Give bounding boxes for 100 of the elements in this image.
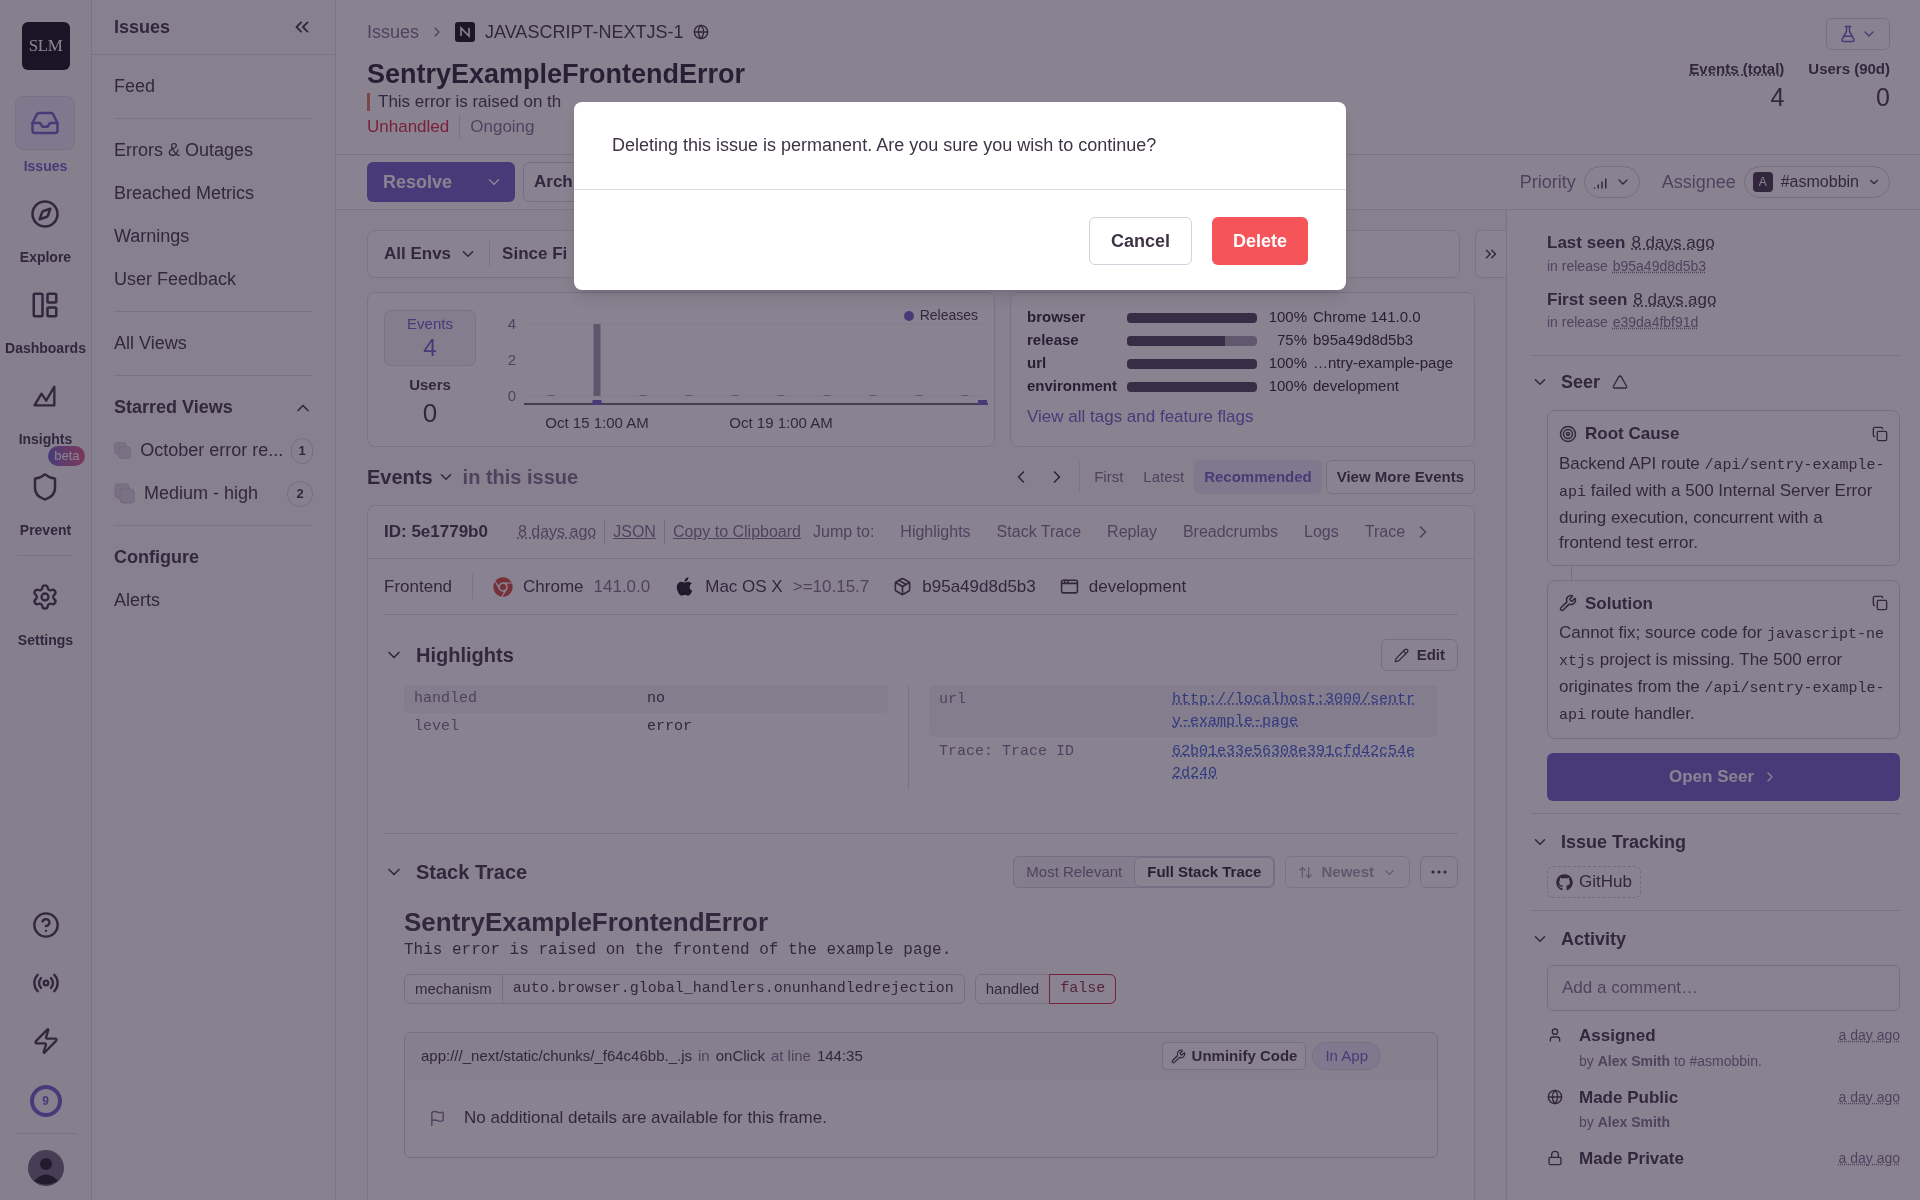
view-tab[interactable]: Most Relevant — [1014, 857, 1135, 887]
frame-word: at line — [770, 1045, 811, 1066]
sidebar-title: Issues — [114, 15, 171, 39]
project-icon — [455, 22, 476, 42]
sidebar-item[interactable]: All Views — [114, 322, 313, 365]
section-header[interactable]: Starred Views — [114, 386, 313, 429]
highlight-key: handled — [414, 687, 647, 711]
highlight-key: level — [414, 715, 647, 739]
globe-icon — [693, 24, 710, 40]
status-tag: Unhandled — [367, 114, 450, 140]
jump-link[interactable]: Logs — [1304, 520, 1339, 544]
release-link[interactable]: b95a49d8d5b3 — [1612, 255, 1707, 277]
jump-link[interactable]: Replay — [1107, 520, 1157, 544]
nav-item[interactable]: Explore — [15, 187, 76, 268]
events-dropdown[interactable]: Events — [367, 462, 455, 492]
settings-icon — [31, 583, 60, 611]
stat-label: Events (total) — [1689, 59, 1785, 79]
jump-link[interactable]: Highlights — [900, 520, 971, 544]
filter-dropdown[interactable]: All Envs — [384, 241, 490, 267]
release-prefix: in release — [1547, 313, 1608, 332]
in-app-badge: In App — [1312, 1042, 1381, 1070]
event-nav-tab[interactable]: Latest — [1133, 460, 1195, 494]
tag-value: false — [1049, 974, 1117, 1004]
event-nav-tab[interactable]: First — [1084, 460, 1134, 494]
tags-link[interactable]: View all tags and feature flags — [1027, 404, 1458, 430]
highlight-key: Trace: Trace ID — [939, 741, 1172, 785]
nav-item[interactable]: Dashboards — [5, 278, 86, 359]
event-link[interactable]: Copy to Clipboard — [663, 520, 809, 544]
card-title: Root Cause — [1585, 423, 1680, 445]
tag-value: auto.browser.global_handlers.onunhandledrejection — [511, 978, 955, 999]
context-version: 141.0.0 — [593, 575, 651, 598]
stat-label: Users (90d) — [1808, 59, 1890, 79]
event-age: 8 days ago — [517, 522, 598, 542]
delete-button[interactable]: Delete — [1211, 217, 1308, 265]
view-tab[interactable]: Full Stack Trace — [1134, 857, 1275, 887]
jump-link[interactable]: Trace — [1364, 520, 1406, 544]
sidebar-item[interactable]: Errors & Outages — [114, 129, 313, 172]
sidebar-item[interactable]: Breached Metrics — [114, 172, 313, 215]
activity-title: Assigned — [1579, 1025, 1656, 1047]
cancel-button[interactable]: Cancel — [1088, 217, 1192, 265]
seen-label: First seen — [1547, 288, 1628, 311]
comment-field[interactable]: Add a comment… — [1547, 965, 1900, 1011]
chart-bar — [593, 324, 601, 396]
jump-link[interactable]: Stack Trace — [996, 520, 1082, 544]
sidebar-item[interactable]: Medium - high — [144, 480, 279, 507]
release-link[interactable]: e39da4fbf91d — [1612, 312, 1699, 333]
section-toggle[interactable]: Stack Trace — [384, 857, 528, 887]
section-toggle[interactable]: Activity — [1531, 919, 1627, 959]
exception-message: This error is raised on the frontend of the example page. — [404, 940, 953, 961]
seen-label: Last seen — [1547, 232, 1626, 254]
sidebar-item[interactable]: User Feedback — [114, 258, 313, 301]
copy-icon[interactable] — [1872, 595, 1888, 612]
events-stat[interactable]: Events 4 — [384, 310, 476, 366]
edit-button[interactable]: Edit — [1380, 639, 1458, 671]
resolve-button[interactable]: Resolve — [367, 162, 515, 202]
priority-label: Priority — [1519, 170, 1576, 194]
triangle-icon — [1612, 374, 1629, 390]
event-nav-tab[interactable]: Recommended — [1194, 460, 1322, 494]
integration-button[interactable]: GitHub — [1547, 866, 1641, 898]
section-toggle[interactable]: Seer — [1531, 362, 1629, 402]
frame-word: in — [698, 1045, 710, 1066]
help-icon[interactable] — [31, 911, 60, 939]
usage-ring[interactable]: 9 — [29, 1085, 62, 1117]
seen-age: 8 days ago — [1631, 232, 1715, 254]
axis-label: 4 — [507, 315, 516, 332]
target-icon — [1559, 424, 1577, 443]
feature-dropdown[interactable] — [1826, 18, 1890, 50]
expand-panel-button[interactable] — [1475, 230, 1506, 278]
highlight-link[interactable]: 62b01e33e56308e391cfd42c54e2d240 — [1172, 741, 1422, 785]
axis-label: Oct 19 1:00 AM — [729, 414, 833, 430]
context-version: >=10.15.7 — [792, 575, 870, 598]
sidebar-item[interactable]: Warnings — [114, 215, 313, 258]
breadcrumb-link[interactable]: Issues — [367, 18, 420, 46]
activity-time: a day ago — [1838, 1149, 1900, 1169]
lock-icon — [1547, 1150, 1563, 1166]
unminify-button[interactable]: Unminify Code — [1161, 1042, 1307, 1070]
release-prefix: in release — [1547, 256, 1608, 276]
breadcrumb-project: JAVASCRIPT-NEXTJS-1 — [485, 20, 684, 44]
jump-link[interactable]: Breadcrumbs — [1182, 520, 1279, 544]
more-icon — [1431, 870, 1447, 874]
section-toggle[interactable]: Issue Tracking — [1531, 822, 1687, 862]
sidebar-item[interactable]: Alerts — [114, 579, 313, 622]
open-seer-button[interactable]: Open Seer — [1547, 753, 1900, 801]
view-more-button[interactable]: View More Events — [1325, 460, 1475, 494]
lightning-icon[interactable] — [31, 1027, 60, 1055]
event-link[interactable]: JSON — [604, 520, 664, 544]
section-toggle[interactable]: Highlights — [384, 640, 514, 670]
sidebar-item[interactable]: Feed — [114, 65, 313, 108]
sidebar-item[interactable]: October error re... — [140, 437, 284, 464]
context-name: b95a49d8d5b3 — [922, 575, 1036, 598]
logo[interactable]: SLM — [21, 22, 70, 70]
nav-item[interactable]: Settings — [15, 570, 76, 651]
package-icon — [893, 577, 913, 596]
highlight-link[interactable]: http://localhost:3000/sentry-example-page — [1172, 689, 1422, 733]
copy-icon[interactable] — [1872, 425, 1888, 442]
highlight-value: no — [647, 688, 665, 709]
jump-label: Jump to: — [813, 522, 875, 542]
legend-label: Releases — [919, 306, 978, 325]
avatar[interactable] — [27, 1150, 64, 1186]
tag-value: Chrome 141.0.0 — [1313, 307, 1421, 328]
